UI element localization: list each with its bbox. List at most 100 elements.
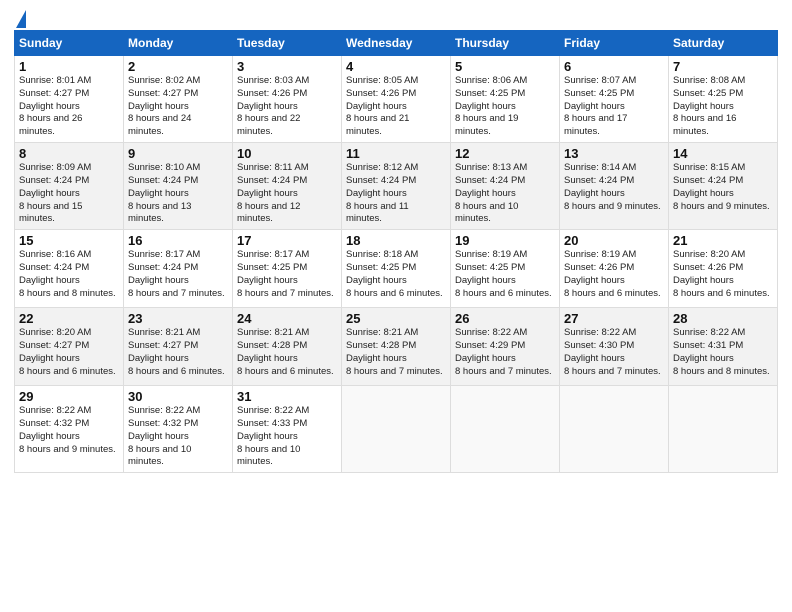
day-cell: 14Sunrise: 8:15 AMSunset: 4:24 PMDayligh… [669,143,778,230]
cell-content: Sunrise: 8:05 AMSunset: 4:26 PMDaylight … [346,75,446,139]
cell-content: Sunrise: 8:12 AMSunset: 4:24 PMDaylight … [346,162,446,226]
page-container: SundayMondayTuesdayWednesdayThursdayFrid… [0,0,792,483]
cell-content: Sunrise: 8:18 AMSunset: 4:25 PMDaylight … [346,249,446,300]
calendar-body: 1Sunrise: 8:01 AMSunset: 4:27 PMDaylight… [15,56,778,473]
day-number: 16 [128,233,228,248]
day-cell: 22Sunrise: 8:20 AMSunset: 4:27 PMDayligh… [15,308,124,386]
day-cell: 17Sunrise: 8:17 AMSunset: 4:25 PMDayligh… [233,230,342,308]
day-number: 24 [237,311,337,326]
day-cell: 27Sunrise: 8:22 AMSunset: 4:30 PMDayligh… [560,308,669,386]
logo [14,10,26,24]
day-cell: 10Sunrise: 8:11 AMSunset: 4:24 PMDayligh… [233,143,342,230]
day-cell: 18Sunrise: 8:18 AMSunset: 4:25 PMDayligh… [342,230,451,308]
header-row: SundayMondayTuesdayWednesdayThursdayFrid… [15,31,778,56]
cell-content: Sunrise: 8:08 AMSunset: 4:25 PMDaylight … [673,75,773,139]
day-number: 23 [128,311,228,326]
cell-content: Sunrise: 8:19 AMSunset: 4:26 PMDaylight … [564,249,664,300]
cell-content: Sunrise: 8:01 AMSunset: 4:27 PMDaylight … [19,75,119,139]
day-cell [451,386,560,473]
day-cell: 26Sunrise: 8:22 AMSunset: 4:29 PMDayligh… [451,308,560,386]
cell-content: Sunrise: 8:03 AMSunset: 4:26 PMDaylight … [237,75,337,139]
day-cell [560,386,669,473]
day-cell: 31Sunrise: 8:22 AMSunset: 4:33 PMDayligh… [233,386,342,473]
logo-triangle-icon [16,10,26,28]
day-number: 22 [19,311,119,326]
day-cell: 2Sunrise: 8:02 AMSunset: 4:27 PMDaylight… [124,56,233,143]
cell-content: Sunrise: 8:22 AMSunset: 4:32 PMDaylight … [19,405,119,456]
day-number: 5 [455,59,555,74]
day-cell: 29Sunrise: 8:22 AMSunset: 4:32 PMDayligh… [15,386,124,473]
day-number: 13 [564,146,664,161]
day-number: 8 [19,146,119,161]
header-cell-saturday: Saturday [669,31,778,56]
day-cell: 1Sunrise: 8:01 AMSunset: 4:27 PMDaylight… [15,56,124,143]
day-cell: 9Sunrise: 8:10 AMSunset: 4:24 PMDaylight… [124,143,233,230]
cell-content: Sunrise: 8:21 AMSunset: 4:27 PMDaylight … [128,327,228,378]
day-cell: 13Sunrise: 8:14 AMSunset: 4:24 PMDayligh… [560,143,669,230]
day-number: 19 [455,233,555,248]
day-cell: 3Sunrise: 8:03 AMSunset: 4:26 PMDaylight… [233,56,342,143]
day-number: 6 [564,59,664,74]
day-cell: 12Sunrise: 8:13 AMSunset: 4:24 PMDayligh… [451,143,560,230]
cell-content: Sunrise: 8:13 AMSunset: 4:24 PMDaylight … [455,162,555,226]
cell-content: Sunrise: 8:09 AMSunset: 4:24 PMDaylight … [19,162,119,226]
day-cell: 19Sunrise: 8:19 AMSunset: 4:25 PMDayligh… [451,230,560,308]
cell-content: Sunrise: 8:15 AMSunset: 4:24 PMDaylight … [673,162,773,213]
day-number: 18 [346,233,446,248]
cell-content: Sunrise: 8:21 AMSunset: 4:28 PMDaylight … [346,327,446,378]
cell-content: Sunrise: 8:17 AMSunset: 4:25 PMDaylight … [237,249,337,300]
week-row-4: 22Sunrise: 8:20 AMSunset: 4:27 PMDayligh… [15,308,778,386]
header [14,10,778,24]
day-number: 1 [19,59,119,74]
cell-content: Sunrise: 8:10 AMSunset: 4:24 PMDaylight … [128,162,228,226]
calendar-header: SundayMondayTuesdayWednesdayThursdayFrid… [15,31,778,56]
day-number: 15 [19,233,119,248]
day-number: 21 [673,233,773,248]
cell-content: Sunrise: 8:02 AMSunset: 4:27 PMDaylight … [128,75,228,139]
day-number: 3 [237,59,337,74]
cell-content: Sunrise: 8:11 AMSunset: 4:24 PMDaylight … [237,162,337,226]
day-cell [669,386,778,473]
header-cell-wednesday: Wednesday [342,31,451,56]
cell-content: Sunrise: 8:19 AMSunset: 4:25 PMDaylight … [455,249,555,300]
day-cell: 16Sunrise: 8:17 AMSunset: 4:24 PMDayligh… [124,230,233,308]
day-cell: 30Sunrise: 8:22 AMSunset: 4:32 PMDayligh… [124,386,233,473]
cell-content: Sunrise: 8:16 AMSunset: 4:24 PMDaylight … [19,249,119,300]
cell-content: Sunrise: 8:14 AMSunset: 4:24 PMDaylight … [564,162,664,213]
day-cell: 24Sunrise: 8:21 AMSunset: 4:28 PMDayligh… [233,308,342,386]
week-row-2: 8Sunrise: 8:09 AMSunset: 4:24 PMDaylight… [15,143,778,230]
day-number: 12 [455,146,555,161]
day-number: 29 [19,389,119,404]
day-cell: 6Sunrise: 8:07 AMSunset: 4:25 PMDaylight… [560,56,669,143]
cell-content: Sunrise: 8:20 AMSunset: 4:26 PMDaylight … [673,249,773,300]
header-cell-monday: Monday [124,31,233,56]
cell-content: Sunrise: 8:21 AMSunset: 4:28 PMDaylight … [237,327,337,378]
day-cell: 21Sunrise: 8:20 AMSunset: 4:26 PMDayligh… [669,230,778,308]
cell-content: Sunrise: 8:22 AMSunset: 4:30 PMDaylight … [564,327,664,378]
day-number: 11 [346,146,446,161]
day-number: 27 [564,311,664,326]
day-number: 17 [237,233,337,248]
day-cell: 23Sunrise: 8:21 AMSunset: 4:27 PMDayligh… [124,308,233,386]
day-cell: 28Sunrise: 8:22 AMSunset: 4:31 PMDayligh… [669,308,778,386]
day-cell: 7Sunrise: 8:08 AMSunset: 4:25 PMDaylight… [669,56,778,143]
cell-content: Sunrise: 8:22 AMSunset: 4:29 PMDaylight … [455,327,555,378]
day-number: 10 [237,146,337,161]
cell-content: Sunrise: 8:17 AMSunset: 4:24 PMDaylight … [128,249,228,300]
header-cell-thursday: Thursday [451,31,560,56]
day-number: 25 [346,311,446,326]
day-number: 9 [128,146,228,161]
week-row-3: 15Sunrise: 8:16 AMSunset: 4:24 PMDayligh… [15,230,778,308]
day-cell: 8Sunrise: 8:09 AMSunset: 4:24 PMDaylight… [15,143,124,230]
day-number: 2 [128,59,228,74]
cell-content: Sunrise: 8:06 AMSunset: 4:25 PMDaylight … [455,75,555,139]
cell-content: Sunrise: 8:22 AMSunset: 4:33 PMDaylight … [237,405,337,469]
day-number: 31 [237,389,337,404]
cell-content: Sunrise: 8:22 AMSunset: 4:32 PMDaylight … [128,405,228,469]
day-cell: 4Sunrise: 8:05 AMSunset: 4:26 PMDaylight… [342,56,451,143]
day-cell: 5Sunrise: 8:06 AMSunset: 4:25 PMDaylight… [451,56,560,143]
day-cell: 11Sunrise: 8:12 AMSunset: 4:24 PMDayligh… [342,143,451,230]
day-cell: 20Sunrise: 8:19 AMSunset: 4:26 PMDayligh… [560,230,669,308]
day-number: 30 [128,389,228,404]
cell-content: Sunrise: 8:07 AMSunset: 4:25 PMDaylight … [564,75,664,139]
